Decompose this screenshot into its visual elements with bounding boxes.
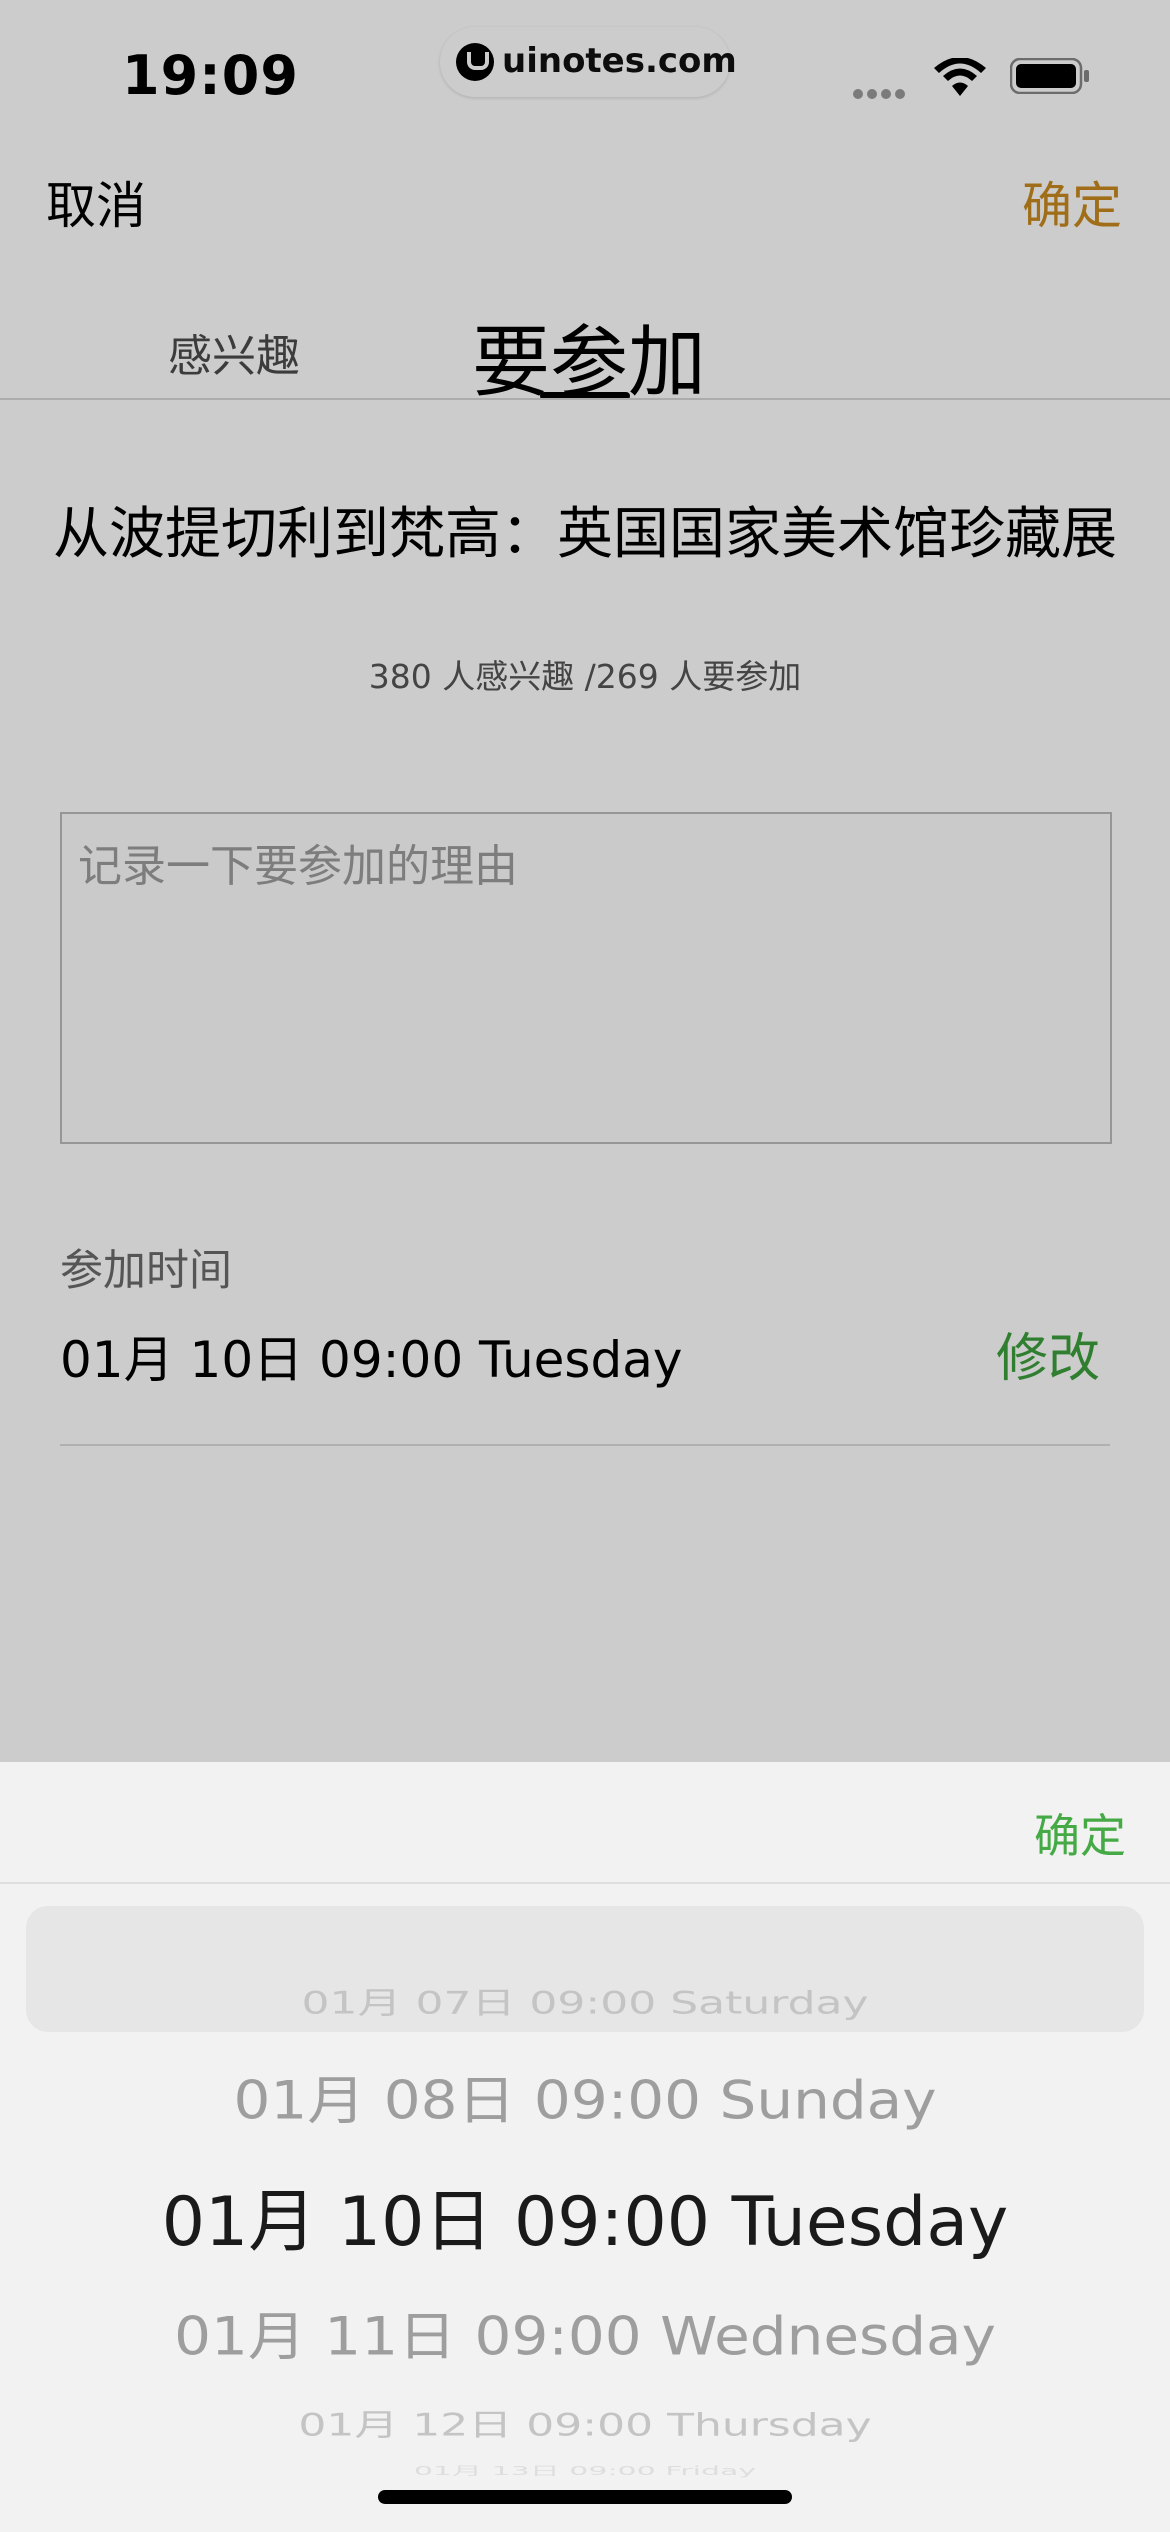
picker-option[interactable]: 01月 12日 09:00 Thursday: [0, 2400, 1170, 2445]
picker-option[interactable]: 01月 07日 09:00 Saturday: [0, 1978, 1170, 2023]
picker-header-divider: [0, 1882, 1170, 1884]
picker-option[interactable]: 01月 13日 09:00 Friday: [0, 2461, 1170, 2479]
attend-event-page: 19:09 uinotes.com 取消 确定 感兴趣 要参加 从波提切利到梵高…: [0, 0, 1170, 2532]
dim-overlay[interactable]: [0, 0, 1170, 1762]
picker-option-selected[interactable]: 01月 10日 09:00 Tuesday: [0, 2166, 1170, 2265]
picker-option[interactable]: 01月 11日 09:00 Wednesday: [0, 2294, 1170, 2370]
picker-option[interactable]: 01月 08日 09:00 Sunday: [0, 2058, 1170, 2134]
picker-confirm-button[interactable]: 确定: [1034, 1800, 1126, 1866]
home-indicator[interactable]: [378, 2490, 792, 2504]
